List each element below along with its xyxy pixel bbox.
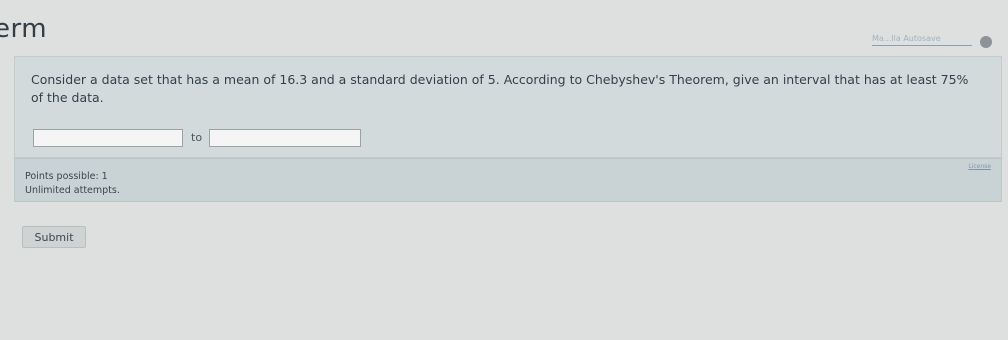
license-link[interactable]: License [968, 163, 991, 170]
attempts-info: Unlimited attempts. [25, 185, 120, 196]
answer-upper-bound-input[interactable] [210, 133, 360, 150]
answer-upper-bound-field[interactable] [209, 129, 361, 150]
top-right-link[interactable]: Ma...lla Autosave [872, 34, 972, 46]
interval-to-label: to [191, 131, 203, 144]
answer-lower-bound-input[interactable] [34, 133, 182, 150]
question-meta-bar: License Points possible: 1 Unlimited att… [14, 158, 1002, 202]
question-text: Consider a data set that has a mean of 1… [31, 72, 969, 105]
question-panel: Consider a data set that has a mean of 1… [14, 56, 1002, 158]
points-possible: Points possible: 1 [25, 171, 108, 182]
status-dot-icon [980, 36, 992, 48]
page-title: erm [0, 14, 48, 44]
answer-lower-bound-field[interactable] [33, 129, 183, 150]
submit-button[interactable]: Submit [22, 226, 86, 248]
